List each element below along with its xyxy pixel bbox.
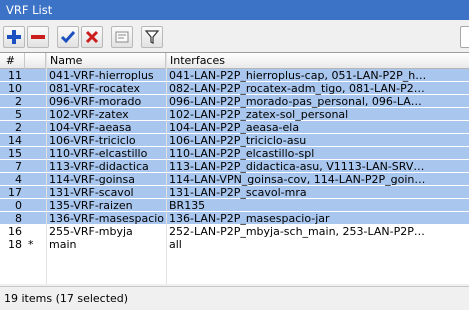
row-number: 7: [15, 160, 22, 173]
column-header-num[interactable]: #: [0, 53, 25, 69]
row-number: 2: [15, 121, 22, 134]
row-name: 131-VRF-scavol: [49, 186, 134, 199]
row-interfaces: 041-LAN-P2P_hierroplus-cap, 051-LAN-P2P_…: [169, 69, 427, 82]
column-header-interfaces[interactable]: Interfaces: [166, 53, 469, 69]
remove-button[interactable]: [27, 26, 49, 48]
row-number: 8: [15, 212, 22, 225]
row-name: 081-VRF-rocatex: [49, 82, 140, 95]
row-flag: *: [28, 238, 34, 251]
row-name: 113-VRF-didactica: [49, 160, 149, 173]
row-name: 096-VRF-morado: [49, 95, 142, 108]
table-row[interactable]: 2 096-VRF-morado 096-LAN-P2P_morado-pas_pe…: [0, 95, 469, 108]
vrf-table: # Name Interfaces 11 041-VRF-hierroplus 04…: [0, 52, 469, 284]
row-interfaces: 113-LAN-P2P_didactica-asu, V1113-LAN-SRV…: [169, 160, 427, 173]
row-name: main: [49, 238, 77, 251]
row-interfaces: 114-LAN-VPN_goinsa-cov, 114-LAN-P2P_goin…: [169, 173, 427, 186]
check-icon: [60, 31, 76, 44]
table-row[interactable]: 15 110-VRF-elcastillo 110-LAN-P2P_elcastil…: [0, 147, 469, 160]
row-flag: [26, 121, 44, 134]
status-bar: 19 items (17 selected): [0, 286, 469, 310]
row-number: 14: [8, 134, 22, 147]
row-name: 102-VRF-zatex: [49, 108, 129, 121]
row-interfaces: 110-LAN-P2P_elcastillo-spl: [169, 147, 315, 160]
row-flag: [26, 199, 44, 212]
row-number: 15: [8, 147, 22, 160]
row-name: 135-VRF-raizen: [49, 199, 133, 212]
row-interfaces: 096-LAN-P2P_morado-pas_personal, 096-LAN…: [169, 95, 427, 108]
row-number: 16: [8, 225, 22, 238]
row-name: 255-VRF-mbyja: [49, 225, 133, 238]
row-interfaces: 106-LAN-P2P_triciclo-asu: [169, 134, 307, 147]
table-row[interactable]: 11 041-VRF-hierroplus 041-LAN-P2P_hierropl…: [0, 69, 469, 82]
row-flag: [26, 147, 44, 160]
column-divider: [166, 53, 167, 284]
table-body: 11 041-VRF-hierroplus 041-LAN-P2P_hierropl…: [0, 69, 469, 251]
column-header-name[interactable]: Name: [46, 53, 166, 69]
row-flag: [26, 108, 44, 121]
row-flag: [26, 69, 44, 82]
comment-button[interactable]: [111, 26, 133, 48]
window-title: VRF List: [0, 0, 469, 20]
row-interfaces: BR135: [169, 199, 206, 212]
row-number: 11: [8, 69, 22, 82]
row-interfaces: all: [169, 238, 182, 251]
enable-button[interactable]: [57, 26, 79, 48]
table-row[interactable]: 14 106-VRF-triciclo 106-LAN-P2P_triciclo-a…: [0, 134, 469, 147]
row-interfaces: 104-LAN-P2P_aeasa-ela: [169, 121, 300, 134]
row-flag: [26, 95, 44, 108]
column-divider: [46, 53, 47, 284]
row-name: 110-VRF-elcastillo: [49, 147, 148, 160]
row-flag: [26, 186, 44, 199]
row-number: 5: [15, 108, 22, 121]
disable-button[interactable]: [81, 26, 103, 48]
row-name: 041-VRF-hierroplus: [49, 69, 154, 82]
row-number: 2: [15, 95, 22, 108]
row-flag: [26, 82, 44, 95]
row-number: 10: [8, 82, 22, 95]
row-number: 17: [8, 186, 22, 199]
row-flag: [26, 134, 44, 147]
row-flag: [26, 173, 44, 186]
table-row[interactable]: 8 136-VRF-masespacio 136-LAN-P2P_masespaci…: [0, 212, 469, 225]
x-icon: [85, 30, 99, 44]
table-row[interactable]: 5 102-VRF-zatex 102-LAN-P2P_zatex-sol_pers…: [0, 108, 469, 121]
row-name: 136-VRF-masespacio: [49, 212, 164, 225]
filter-button[interactable]: [141, 26, 163, 48]
row-name: 114-VRF-goinsa: [49, 173, 135, 186]
note-icon: [115, 31, 129, 43]
row-interfaces: 102-LAN-P2P_zatex-sol_personal: [169, 108, 349, 121]
add-button[interactable]: [3, 26, 25, 48]
table-row[interactable]: 16 255-VRF-mbyja 252-LAN-P2P_mbyja-sch_mai…: [0, 225, 469, 238]
table-header: # Name Interfaces: [0, 53, 469, 69]
row-number: 4: [15, 173, 22, 186]
status-text: 19 items (17 selected): [4, 292, 129, 305]
row-number: 18: [8, 238, 22, 251]
row-number: 0: [15, 199, 22, 212]
minus-icon: [31, 35, 45, 39]
row-name: 106-VRF-triciclo: [49, 134, 136, 147]
table-row[interactable]: 2 104-VRF-aeasa 104-LAN-P2P_aeasa-ela: [0, 121, 469, 134]
table-row[interactable]: 0 135-VRF-raizen BR135: [0, 199, 469, 212]
row-flag: [26, 225, 44, 238]
row-interfaces: 136-LAN-P2P_masespacio-jar: [169, 212, 330, 225]
row-flag: [26, 212, 44, 225]
plus-icon: [7, 30, 21, 44]
table-row[interactable]: 18 * main all: [0, 238, 469, 251]
row-name: 104-VRF-aeasa: [49, 121, 132, 134]
row-interfaces: 252-LAN-P2P_mbyja-sch_main, 253-LAN-P2P_…: [169, 225, 427, 238]
search-input[interactable]: [460, 26, 469, 48]
table-row[interactable]: 10 081-VRF-rocatex 082-LAN-P2P_rocatex-adm…: [0, 82, 469, 95]
table-row[interactable]: 4 114-VRF-goinsa 114-LAN-VPN_goinsa-cov, 1…: [0, 173, 469, 186]
table-row[interactable]: 17 131-VRF-scavol 131-LAN-P2P_scavol-mra: [0, 186, 469, 199]
row-interfaces: 082-LAN-P2P_rocatex-adm_tigo, 081-LAN-P2…: [169, 82, 427, 95]
table-row[interactable]: 7 113-VRF-didactica 113-LAN-P2P_didactica-…: [0, 160, 469, 173]
column-header-flag[interactable]: [25, 53, 46, 69]
funnel-icon: [144, 30, 160, 44]
row-flag: [26, 160, 44, 173]
toolbar: [0, 20, 469, 52]
row-interfaces: 131-LAN-P2P_scavol-mra: [169, 186, 307, 199]
